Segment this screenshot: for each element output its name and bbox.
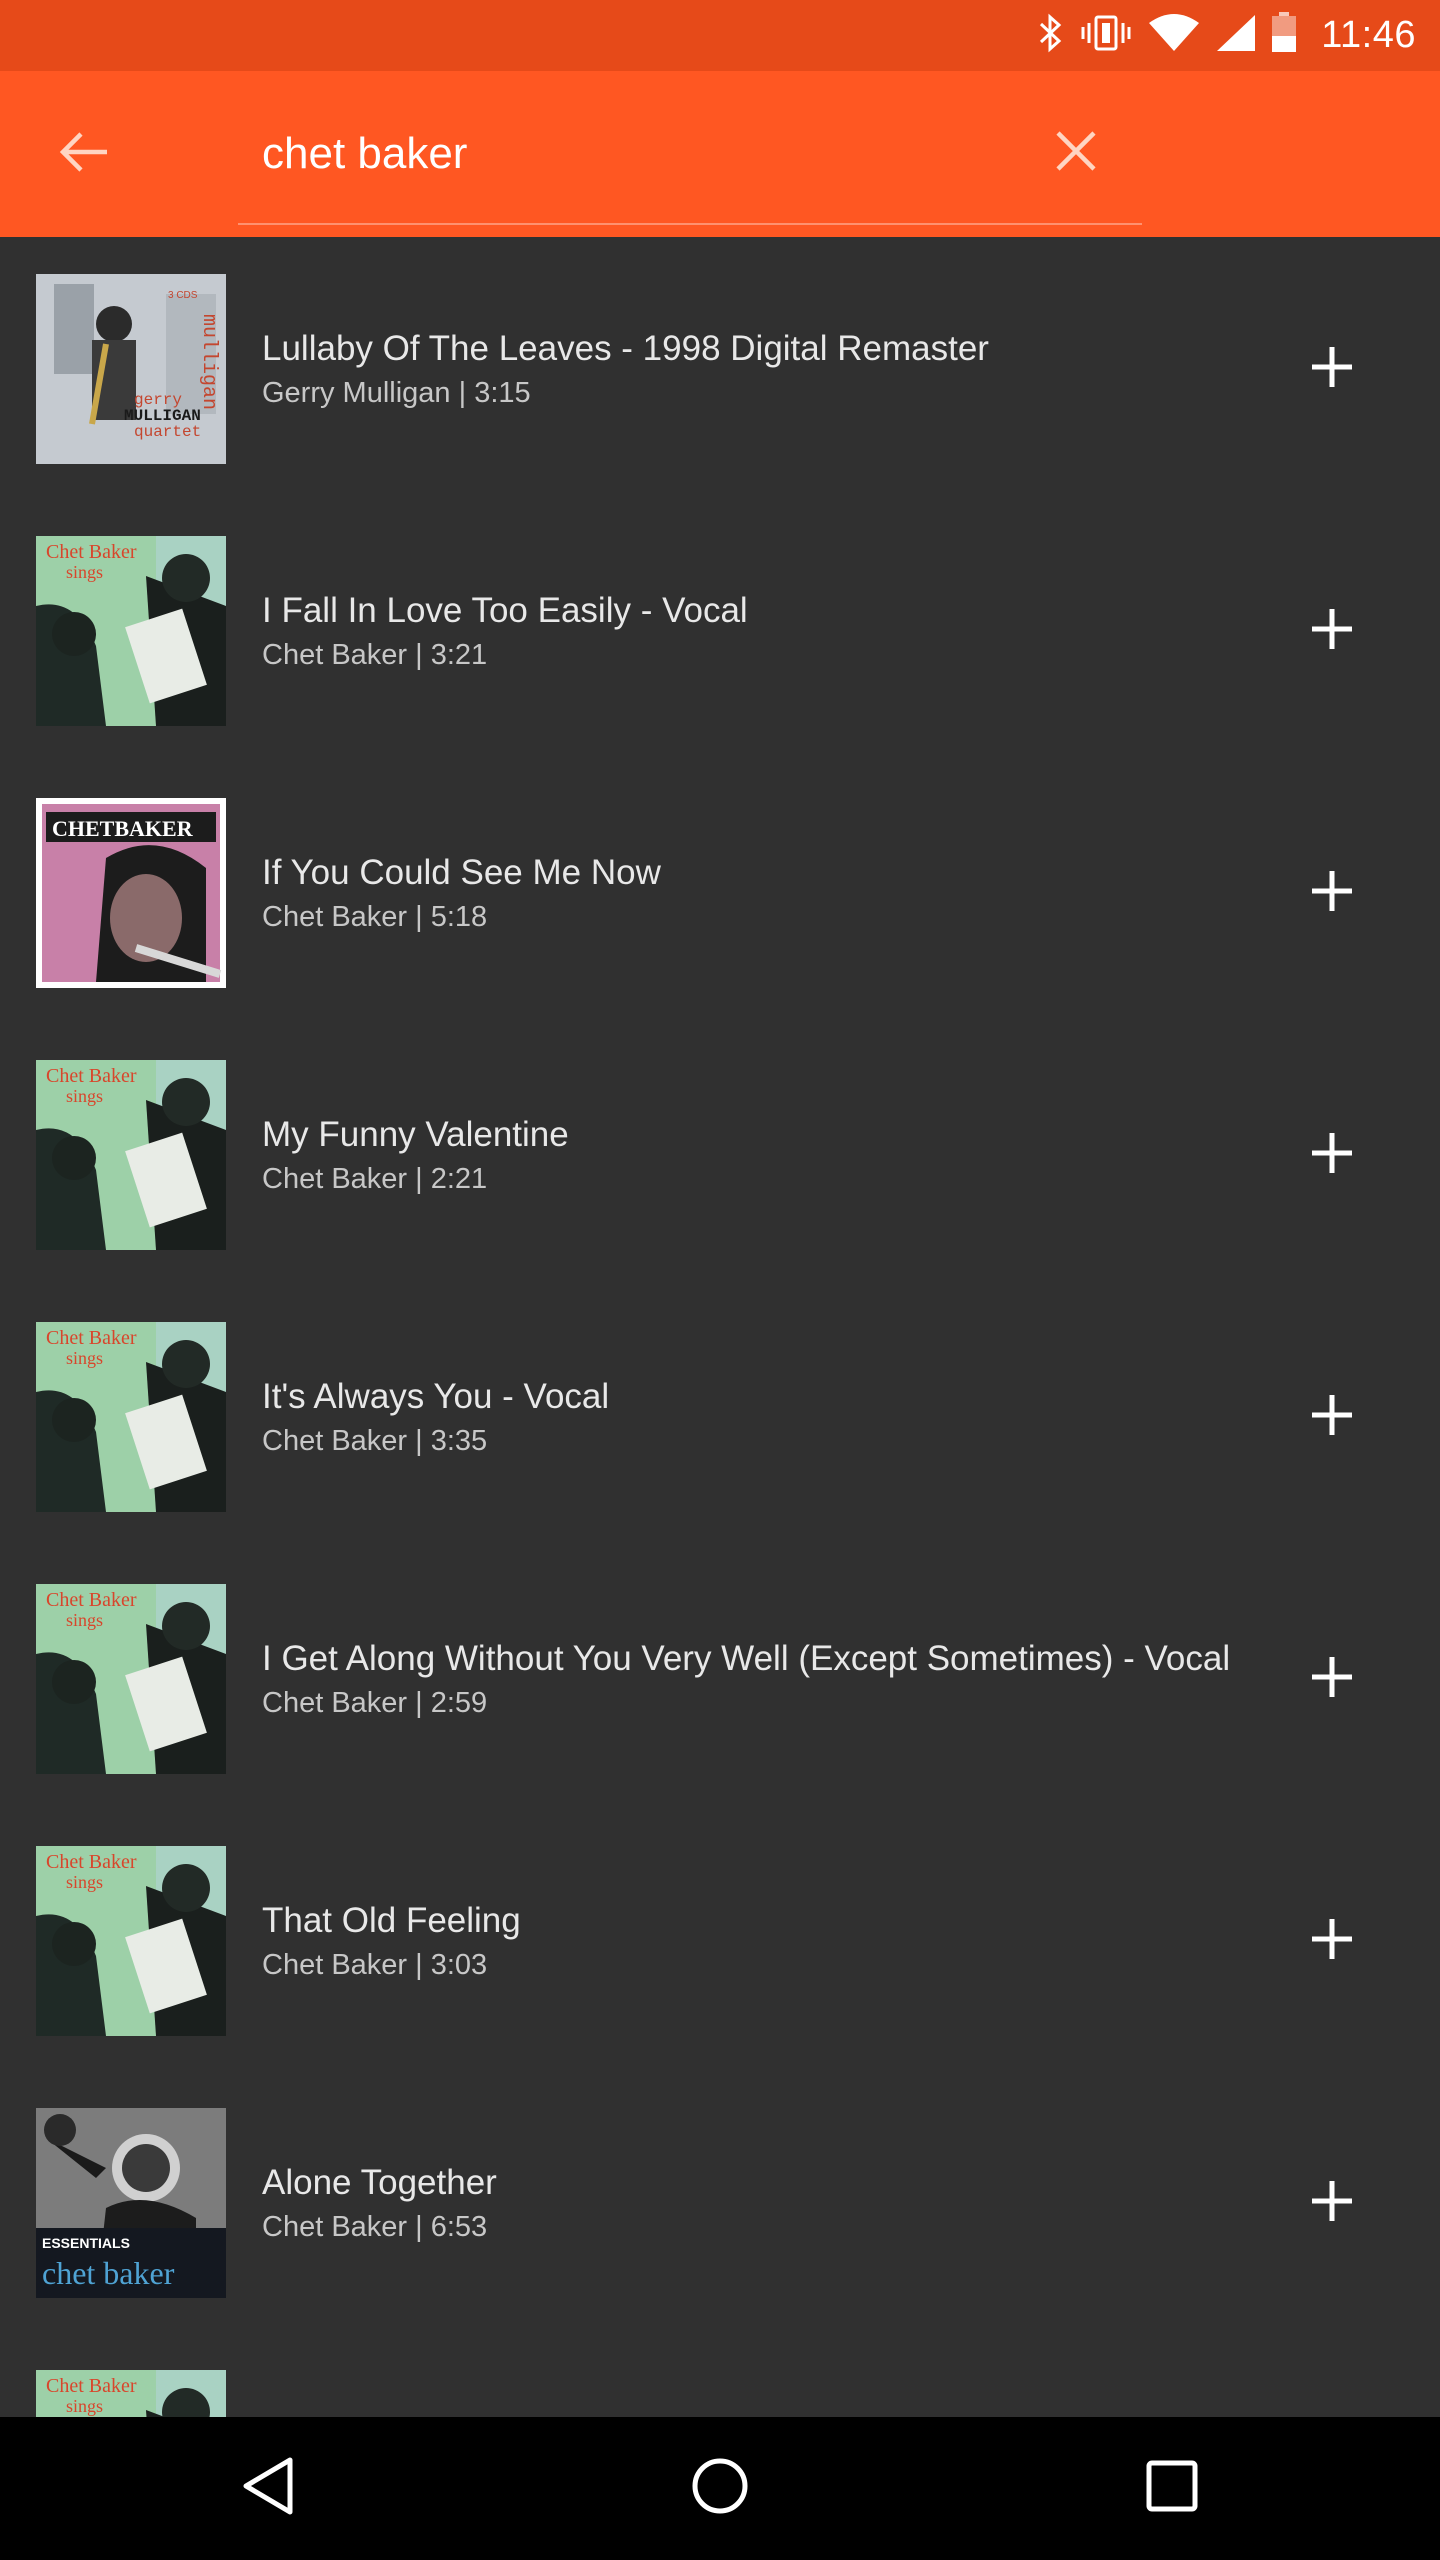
plus-icon — [1308, 1391, 1356, 1444]
back-button[interactable] — [40, 116, 126, 192]
search-field — [238, 99, 1142, 225]
art-text: Chet Baker — [46, 1589, 137, 1611]
track-subtitle: Chet Baker | 3:03 — [262, 1949, 488, 1981]
list-item[interactable]: CHETBAKER If You Could See Me Now Chet B… — [0, 761, 1440, 1023]
track-subtitle: Chet Baker | 3:35 — [262, 1425, 488, 1457]
status-icons: 11:46 — [1035, 0, 1416, 71]
list-item[interactable]: Chet Baker sings It's Always You - Vocal… — [0, 1285, 1440, 1547]
art-text: Chet Baker — [46, 1065, 137, 1087]
track-subtitle: Chet Baker | 5:18 — [262, 901, 488, 933]
wifi-icon — [1147, 13, 1201, 58]
art-text: sings — [66, 562, 103, 582]
track-title: Alone Together — [262, 2163, 497, 2202]
add-track-button[interactable] — [1290, 589, 1374, 673]
track-subtitle: Chet Baker | 2:21 — [262, 1163, 488, 1195]
add-track-button[interactable] — [1290, 327, 1374, 411]
plus-icon — [1308, 1915, 1356, 1968]
search-app-bar — [0, 71, 1440, 237]
chet-baker-sings-cover: Chet Baker sings — [36, 2370, 226, 2417]
arrow-back-icon — [57, 130, 109, 179]
system-nav-bar — [0, 2417, 1440, 2560]
list-item[interactable]: Chet Baker sings I Get Along Without You… — [0, 1547, 1440, 1809]
status-bar: 11:46 — [0, 0, 1440, 71]
track-title: That Old Feeling — [262, 1901, 521, 1940]
battery-icon — [1271, 12, 1297, 59]
track-title: My Funny Valentine — [262, 1115, 569, 1154]
search-input[interactable] — [262, 119, 1022, 189]
track-title: I Fall In Love Too Easily - Vocal — [262, 591, 748, 630]
track-title: I Get Along Without You Very Well (Excep… — [262, 1639, 1231, 1678]
art-text: chet baker — [42, 2255, 175, 2291]
plus-icon — [1308, 343, 1356, 396]
art-text: quartet — [134, 423, 201, 441]
essentials-chet-baker-cover: ESSENTIALS chet baker — [36, 2108, 226, 2298]
nav-home-button[interactable] — [670, 2443, 770, 2533]
art-text: Chet Baker — [46, 1327, 137, 1349]
art-text: mulligan — [197, 314, 220, 410]
add-track-button[interactable] — [1290, 1113, 1374, 1197]
art-text: CHETBAKER — [52, 816, 194, 841]
chet-baker-sings-cover: Chet Baker sings — [36, 1846, 226, 2036]
plus-icon — [1308, 867, 1356, 920]
track-title: Lullaby Of The Leaves - 1998 Digital Rem… — [262, 329, 989, 368]
art-text: sings — [66, 1086, 103, 1106]
back-triangle-icon — [240, 2456, 296, 2521]
chet-baker-sings-cover: Chet Baker sings — [36, 1322, 226, 1512]
art-text: sings — [66, 1348, 103, 1368]
clear-search-button[interactable] — [1036, 113, 1116, 193]
art-text: Chet Baker — [46, 2375, 137, 2397]
chet-baker-sings-cover: Chet Baker sings — [36, 536, 226, 726]
track-subtitle: Gerry Mulligan | 3:15 — [262, 377, 531, 409]
chet-baker-sings-cover: Chet Baker sings — [36, 1060, 226, 1250]
add-track-button[interactable] — [1290, 1899, 1374, 1983]
list-item[interactable]: Chet Baker sings My Funny Valentine Chet… — [0, 1023, 1440, 1285]
vibrate-icon — [1079, 13, 1133, 58]
cell-signal-icon — [1215, 13, 1257, 58]
list-item[interactable]: Chet Baker sings That Old Feeling Chet B… — [0, 1809, 1440, 2071]
list-item[interactable]: 3 CDS gerry MULLIGAN quartet mulligan Lu… — [0, 237, 1440, 499]
track-title: It's Always You - Vocal — [262, 1377, 610, 1416]
gerry-mulligan-quartet-cover: 3 CDS gerry MULLIGAN quartet mulligan — [36, 274, 226, 464]
plus-icon — [1308, 605, 1356, 658]
plus-icon — [1308, 2177, 1356, 2230]
plus-icon — [1308, 1129, 1356, 1182]
art-text: sings — [66, 1610, 103, 1630]
art-text: Chet Baker — [46, 1851, 137, 1873]
art-text: sings — [66, 1872, 103, 1892]
track-subtitle: Chet Baker | 2:59 — [262, 1687, 488, 1719]
list-item[interactable]: ESSENTIALS chet baker Alone Together Che… — [0, 2071, 1440, 2333]
plus-icon — [1308, 1653, 1356, 1706]
recents-square-icon — [1145, 2459, 1199, 2518]
search-results-list: 3 CDS gerry MULLIGAN quartet mulligan Lu… — [0, 237, 1440, 2417]
list-item[interactable]: Chet Baker sings I Fall In Love Too Easi… — [0, 499, 1440, 761]
add-track-button[interactable] — [1290, 1375, 1374, 1459]
add-track-button[interactable] — [1290, 851, 1374, 935]
nav-back-button[interactable] — [218, 2443, 318, 2533]
chet-baker-sings-cover: Chet Baker sings — [36, 1584, 226, 1774]
track-subtitle: Chet Baker | 6:53 — [262, 2211, 488, 2243]
status-time: 11:46 — [1321, 14, 1416, 56]
add-track-button[interactable] — [1290, 1637, 1374, 1721]
bluetooth-icon — [1035, 13, 1065, 58]
home-circle-icon — [690, 2456, 750, 2521]
list-item[interactable]: Chet Baker sings — [0, 2333, 1440, 2417]
art-cds-label: 3 CDS — [168, 290, 198, 301]
nav-recents-button[interactable] — [1122, 2443, 1222, 2533]
art-text: ESSENTIALS — [42, 2235, 130, 2251]
chet-baker-pink-cover: CHETBAKER — [36, 798, 226, 988]
track-subtitle: Chet Baker | 3:21 — [262, 639, 488, 671]
track-title: If You Could See Me Now — [262, 853, 661, 892]
art-text: Chet Baker — [46, 541, 137, 563]
add-track-button[interactable] — [1290, 2161, 1374, 2245]
close-icon — [1054, 129, 1098, 178]
art-text: sings — [66, 2396, 103, 2416]
